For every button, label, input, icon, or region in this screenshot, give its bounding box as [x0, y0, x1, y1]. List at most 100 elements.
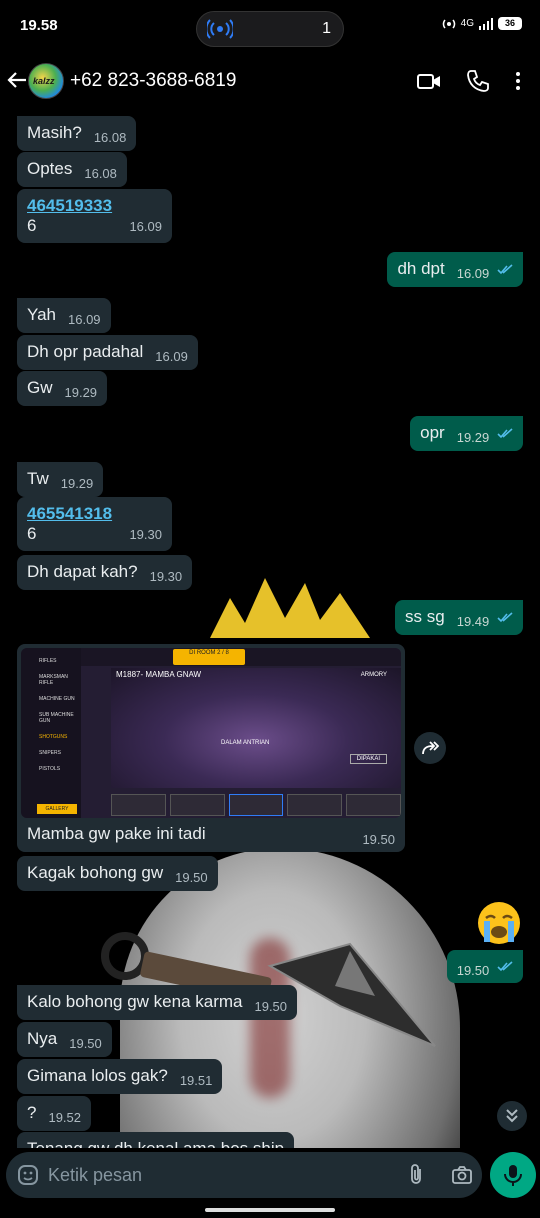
- home-indicator: [205, 1208, 335, 1212]
- more-options-icon[interactable]: [505, 68, 531, 94]
- message-time: 19.29: [456, 430, 490, 445]
- message-incoming[interactable]: Kagak bohong gw 19.50: [17, 856, 218, 891]
- screenshot-category: SUB MACHINE GUN: [39, 712, 74, 724]
- live-activity-pill[interactable]: 1: [196, 11, 344, 47]
- message-time: 16.09: [68, 312, 101, 327]
- message-time: 19.50: [175, 870, 208, 885]
- read-receipt-icon: [497, 264, 513, 275]
- read-receipt-icon: [497, 428, 513, 439]
- message-text: opr: [420, 423, 445, 442]
- double-chevron-down-icon: [506, 1109, 518, 1123]
- message-text: ss sg: [405, 607, 445, 626]
- message-outgoing[interactable]: dh dpt 16.09: [387, 252, 523, 287]
- broadcast-icon: [207, 19, 233, 39]
- message-outgoing[interactable]: 19.50: [446, 950, 523, 983]
- read-receipt-icon: [497, 612, 513, 623]
- message-text: Yah: [27, 305, 56, 324]
- message-link[interactable]: 465541318: [27, 504, 162, 524]
- microphone-icon: [504, 1165, 522, 1186]
- message-incoming[interactable]: Nya 19.50: [17, 1022, 112, 1057]
- network-type: 4G: [460, 18, 474, 29]
- message-image[interactable]: DI ROOM 2 / 8 RIFLES MARKSMAN RIFLE MACH…: [17, 644, 405, 852]
- forward-icon: [422, 741, 439, 755]
- message-incoming[interactable]: 464519333 6 16.09: [17, 189, 172, 243]
- screenshot-equip-label: DIPAKAI: [349, 754, 387, 764]
- message-time: 16.09: [129, 219, 162, 234]
- message-incoming[interactable]: ? 19.52: [17, 1096, 92, 1131]
- screenshot-gallery-button: GALLERY: [37, 804, 77, 814]
- message-incoming[interactable]: Dh opr padahal 16.09: [17, 335, 198, 370]
- message-incoming[interactable]: Yah 16.09: [17, 298, 111, 333]
- screenshot-stage: DALAM ANTRIAN DIPAKAI ARMORY: [111, 668, 401, 788]
- video-call-icon[interactable]: [416, 68, 442, 94]
- image-caption: Mamba gw pake ini tadi: [27, 824, 206, 843]
- game-screenshot[interactable]: DI ROOM 2 / 8 RIFLES MARKSMAN RIFLE MACH…: [21, 648, 401, 818]
- signal-icon: [479, 17, 493, 30]
- message-time: 16.09: [155, 349, 188, 364]
- camera-icon[interactable]: [450, 1163, 474, 1187]
- screenshot-category: PISTOLS: [39, 766, 61, 772]
- message-link[interactable]: 464519333: [27, 196, 162, 216]
- attach-icon[interactable]: [404, 1163, 428, 1187]
- message-time: 19.30: [149, 569, 183, 584]
- screenshot-category: SHOTGUNS: [39, 734, 68, 740]
- status-indicators: 4G 36: [442, 17, 522, 30]
- voice-message-button[interactable]: [490, 1152, 536, 1198]
- screenshot-category: RIFLES: [39, 658, 57, 664]
- message-incoming[interactable]: Tenang gw dh kenal ama bos ship: [17, 1132, 295, 1148]
- screenshot-category: MARKSMAN RIFLE: [39, 674, 68, 686]
- message-time: 16.09: [456, 266, 490, 281]
- status-bar: 19.58 1 4G 36: [0, 0, 540, 54]
- message-text: Masih?: [27, 123, 82, 142]
- forward-button[interactable]: [414, 732, 446, 764]
- status-time: 19.58: [20, 17, 58, 34]
- voice-call-icon[interactable]: [465, 68, 491, 94]
- message-time: 19.30: [129, 527, 162, 542]
- message-outgoing[interactable]: opr 19.29: [410, 416, 523, 451]
- message-text: Nya: [27, 1029, 58, 1048]
- scroll-to-bottom-button[interactable]: [497, 1101, 527, 1131]
- message-text: Kagak bohong gw: [27, 863, 164, 882]
- message-outgoing[interactable]: ss sg 19.49: [395, 600, 523, 635]
- screenshot-category: MACHINE GUN: [39, 696, 75, 702]
- message-list[interactable]: Masih? 16.08 Optes 16.08 464519333 6 16.09…: [0, 108, 540, 1148]
- message-text: Tenang gw dh kenal ama bos ship: [27, 1139, 284, 1148]
- message-incoming[interactable]: 465541318 6 19.30: [17, 497, 172, 551]
- message-incoming[interactable]: Dh dapat kah? 19.30: [17, 555, 193, 590]
- chat-header: kalzz +62 823-3688-6819: [0, 54, 540, 108]
- message-text: Dh opr padahal: [27, 342, 144, 361]
- sticker-icon[interactable]: [16, 1163, 40, 1187]
- message-time: 19.50: [254, 999, 288, 1014]
- message-time: 19.51: [179, 1073, 213, 1088]
- message-time: 19.50: [362, 832, 395, 847]
- contact-name[interactable]: +62 823-3688-6819: [70, 70, 236, 92]
- message-text: Tw: [27, 469, 49, 488]
- message-text: Optes: [27, 159, 73, 178]
- notification-count: 1: [322, 20, 331, 37]
- message-composer[interactable]: Ketik pesan: [6, 1152, 482, 1198]
- avatar-logo-text: kalzz: [33, 76, 55, 86]
- message-incoming[interactable]: Tw 19.29: [17, 462, 104, 497]
- crying-face-icon: [478, 902, 520, 944]
- message-time: 19.52: [48, 1110, 82, 1125]
- contact-avatar[interactable]: kalzz: [28, 63, 64, 99]
- message-incoming[interactable]: Kalo bohong gw kena karma 19.50: [17, 985, 298, 1020]
- message-incoming[interactable]: Gimana lolos gak? 19.51: [17, 1059, 223, 1094]
- back-arrow-icon[interactable]: [6, 69, 28, 91]
- screenshot-gun-row: [111, 794, 401, 816]
- battery-icon: 36: [498, 17, 522, 30]
- message-time: 19.50: [69, 1036, 102, 1051]
- screenshot-armory-label: ARMORY: [360, 672, 387, 678]
- read-receipt-icon: [497, 961, 513, 972]
- message-incoming[interactable]: Optes 16.08: [17, 152, 127, 187]
- message-incoming[interactable]: Gw 19.29: [17, 371, 108, 406]
- message-text: Dh dapat kah?: [27, 562, 138, 581]
- message-time: 16.08: [84, 166, 117, 181]
- message-incoming[interactable]: Masih? 16.08: [17, 116, 137, 151]
- message-text: Gw: [27, 378, 53, 397]
- message-text: dh dpt: [397, 259, 445, 278]
- screenshot-category: SNIPERS: [39, 750, 61, 756]
- message-text: Gimana lolos gak?: [27, 1066, 168, 1085]
- message-input[interactable]: Ketik pesan: [48, 1165, 142, 1186]
- message-time: 19.49: [456, 614, 490, 629]
